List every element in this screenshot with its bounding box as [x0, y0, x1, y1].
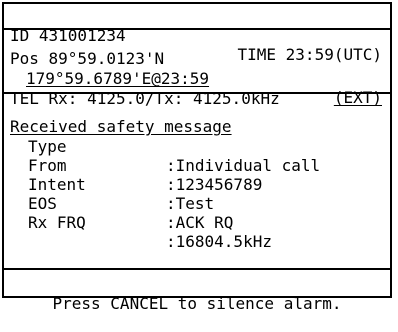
field-row: EOS :ACK RQ: [4, 175, 390, 232]
field-value-rx-frq: :16804.5kHz: [166, 232, 272, 251]
message-title-row: Received safety message: [4, 98, 390, 136]
tel-row: TEL Rx: 4125.0/Tx: 4125.0kHz: [4, 70, 390, 108]
display-screen: ID 431001234 TIME 23:59(UTC) Pos 89°59.0…: [2, 2, 392, 313]
field-row: Type :Individual call: [4, 118, 390, 175]
position-lat-row: Pos 89°59.0123'N: [4, 30, 390, 68]
field-row: Rx FRQ :16804.5kHz: [4, 194, 390, 251]
divider-tel: [4, 92, 390, 94]
field-value-eos: :ACK RQ: [166, 213, 234, 232]
footer-row: Press CANCEL to silence alarm.: [4, 275, 390, 313]
header-row: ID 431001234 TIME 23:59(UTC): [4, 7, 390, 64]
field-row: From :123456789: [4, 137, 390, 194]
footer-message: Press CANCEL to silence alarm.: [52, 294, 342, 313]
field-row: Intent :Test: [4, 156, 390, 213]
divider-footer: [4, 268, 390, 270]
position-lon-row: 179°59.6789'E@23:59 (EXT): [4, 50, 390, 107]
field-label-rx-frq: Rx FRQ: [28, 213, 86, 232]
